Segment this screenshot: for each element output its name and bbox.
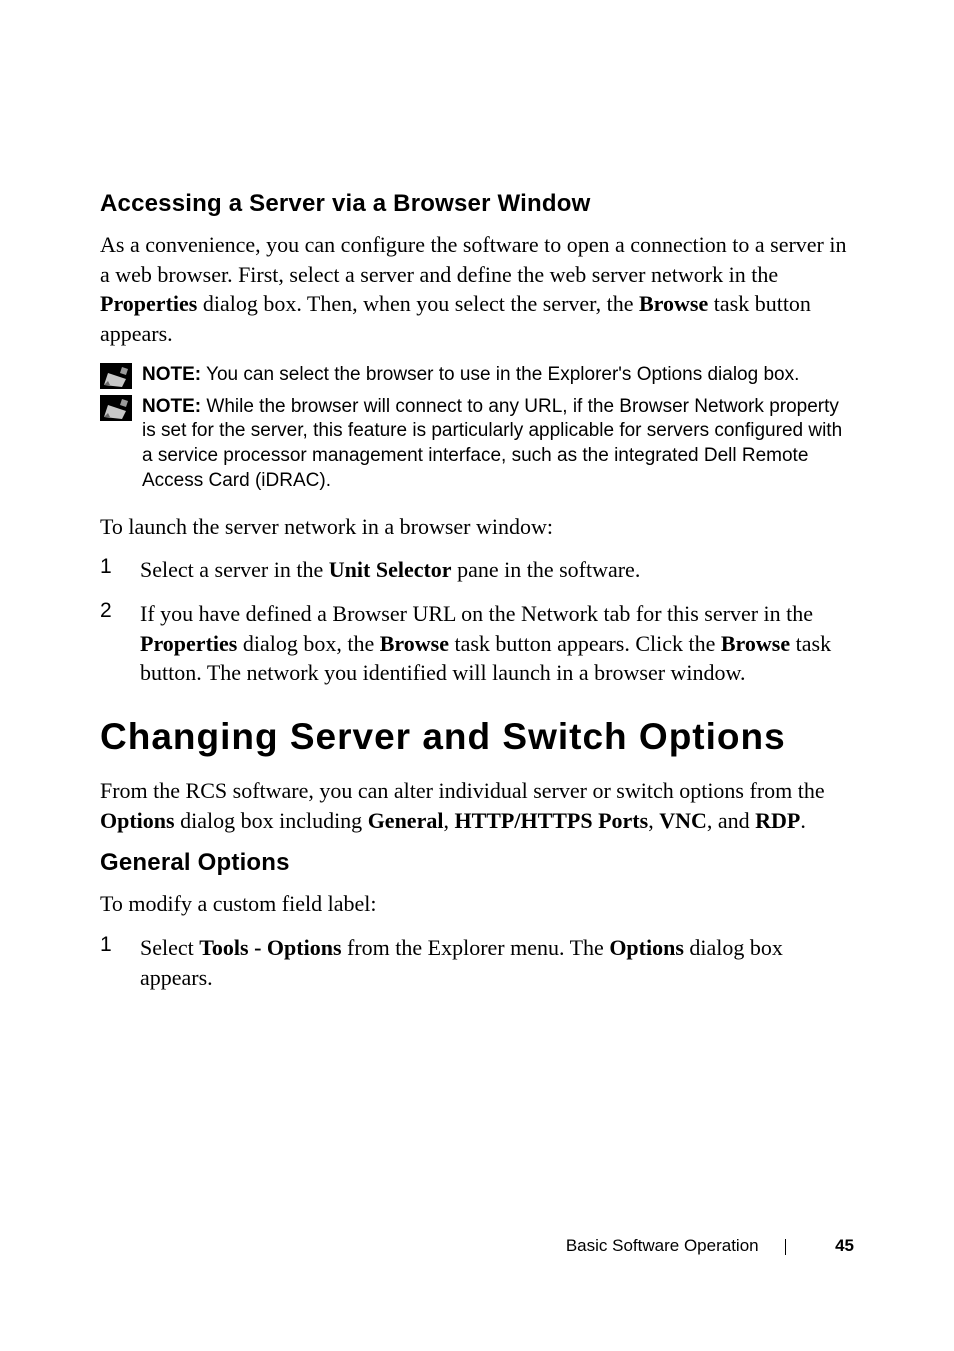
- text: dialog box. Then, when you select the se…: [197, 291, 639, 316]
- list-text: If you have defined a Browser URL on the…: [140, 599, 854, 688]
- ordered-list-modify: 1 Select Tools - Options from the Explor…: [100, 933, 854, 992]
- heading-general-options: General Options: [100, 849, 854, 877]
- list-item: 2 If you have defined a Browser URL on t…: [100, 599, 854, 688]
- modify-paragraph: To modify a custom field label:: [100, 889, 854, 919]
- intro-paragraph: As a convenience, you can configure the …: [100, 230, 854, 349]
- text: pane in the software.: [452, 557, 641, 582]
- text: Select: [140, 935, 199, 960]
- footer-section: Basic Software Operation: [566, 1236, 759, 1255]
- launch-paragraph: To launch the server network in a browse…: [100, 512, 854, 542]
- document-page: Accessing a Server via a Browser Window …: [0, 0, 954, 1351]
- heading-accessing-server: Accessing a Server via a Browser Window: [100, 190, 854, 218]
- page-number: 45: [835, 1236, 854, 1255]
- text-bold: Options: [100, 808, 175, 833]
- note-body: While the browser will connect to any UR…: [142, 396, 842, 491]
- note-label: NOTE:: [142, 364, 201, 385]
- text: dialog box, the: [237, 631, 379, 656]
- list-item: 1 Select a server in the Unit Selector p…: [100, 555, 854, 585]
- note-text: NOTE: While the browser will connect to …: [142, 395, 854, 494]
- text-bold: HTTP/HTTPS Ports: [454, 808, 648, 833]
- page-footer: Basic Software Operation 45: [100, 1236, 854, 1256]
- list-number: 2: [100, 599, 120, 688]
- text: ,: [648, 808, 659, 833]
- text: ,: [443, 808, 454, 833]
- ordered-list-launch: 1 Select a server in the Unit Selector p…: [100, 555, 854, 688]
- text-bold: Browse: [639, 291, 708, 316]
- text: From the RCS software, you can alter ind…: [100, 778, 825, 803]
- text-bold: General: [368, 808, 444, 833]
- text: from the Explorer menu. The: [342, 935, 610, 960]
- pencil-icon: [100, 395, 132, 421]
- note-2: NOTE: While the browser will connect to …: [100, 395, 854, 494]
- text-bold: Options: [609, 935, 684, 960]
- note-label: NOTE:: [142, 396, 201, 417]
- heading-changing-options: Changing Server and Switch Options: [100, 716, 854, 758]
- list-text: Select Tools - Options from the Explorer…: [140, 933, 854, 992]
- list-number: 1: [100, 933, 120, 992]
- list-item: 1 Select Tools - Options from the Explor…: [100, 933, 854, 992]
- text-bold: RDP: [755, 808, 800, 833]
- text-bold: Properties: [100, 291, 197, 316]
- pencil-icon: [100, 363, 132, 389]
- text-bold: Browse: [721, 631, 790, 656]
- list-text: Select a server in the Unit Selector pan…: [140, 555, 640, 585]
- text: , and: [707, 808, 755, 833]
- text: As a convenience, you can configure the …: [100, 232, 847, 287]
- note-1: NOTE: You can select the browser to use …: [100, 363, 854, 389]
- note-text: NOTE: You can select the browser to use …: [142, 363, 799, 388]
- text: dialog box including: [175, 808, 368, 833]
- text: If you have defined a Browser URL on the…: [140, 601, 813, 626]
- text: .: [800, 808, 806, 833]
- changing-paragraph: From the RCS software, you can alter ind…: [100, 776, 854, 835]
- list-number: 1: [100, 555, 120, 585]
- text-bold: Unit Selector: [329, 557, 452, 582]
- text-bold: Tools - Options: [199, 935, 341, 960]
- text-bold: VNC: [659, 808, 707, 833]
- text-bold: Browse: [380, 631, 449, 656]
- text: Select a server in the: [140, 557, 329, 582]
- text: task button appears. Click the: [449, 631, 721, 656]
- text-bold: Properties: [140, 631, 237, 656]
- note-body: You can select the browser to use in the…: [201, 364, 799, 385]
- footer-separator: [785, 1239, 786, 1255]
